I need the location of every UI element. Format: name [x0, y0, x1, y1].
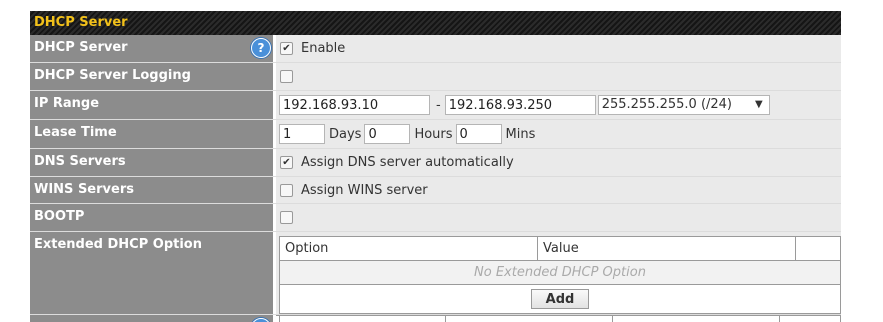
- add-button[interactable]: Add: [530, 289, 590, 309]
- row-extended-dhcp-option: Extended DHCP Option Option Value No Ext…: [30, 232, 841, 315]
- subnet-mask-value: 255.255.255.0 (/24): [601, 97, 733, 112]
- row-value: [276, 63, 841, 90]
- extended-dhcp-table: Option Value No Extended DHCP Option Add: [279, 236, 841, 314]
- wins-label: Assign WINS server: [301, 182, 428, 198]
- mins-label: Mins: [505, 126, 536, 142]
- column-header-actions: [796, 237, 840, 260]
- logging-checkbox[interactable]: [280, 70, 293, 83]
- row-value: 1 Days 0 Hours 0 Mins: [276, 120, 841, 148]
- column-header-value: Value: [538, 237, 796, 260]
- caret-down-icon: ▼: [755, 99, 763, 110]
- dns-auto-label: Assign DNS server automatically: [301, 155, 514, 170]
- lease-time-label: Lease Time: [34, 125, 117, 140]
- checkmark-icon: ✔: [282, 43, 291, 54]
- wins-servers-label: WINS Servers: [34, 182, 134, 197]
- row-dns-servers: DNS Servers ✔ Assign DNS server automati…: [30, 149, 841, 177]
- ip-range-end-input[interactable]: 192.168.93.250: [444, 95, 596, 115]
- extended-dhcp-label: Extended DHCP Option: [34, 237, 202, 252]
- days-label: Days: [329, 126, 362, 142]
- dhcp-server-panel: DHCP Server DHCP Server ? ✔ Enable DHCP …: [30, 11, 841, 322]
- lease-hours-input[interactable]: 0: [364, 124, 411, 144]
- enable-label: Enable: [301, 41, 346, 56]
- bootp-label: BOOTP: [34, 209, 85, 224]
- row-value: ✔ Assign DNS server automatically: [276, 149, 841, 176]
- partial-cell: [613, 316, 780, 322]
- table-header: Option Value: [280, 237, 840, 261]
- row-label: WINS Servers: [30, 177, 276, 203]
- partial-cell: [279, 316, 446, 322]
- partial-cell: [446, 316, 613, 322]
- row-value: Option Value No Extended DHCP Option Add: [276, 232, 841, 314]
- row-label: DNS Servers: [30, 149, 276, 176]
- wins-checkbox[interactable]: [280, 183, 293, 197]
- hours-label: Hours: [414, 126, 453, 142]
- dhcp-server-label: DHCP Server: [34, 40, 128, 55]
- row-label: IP Range: [30, 91, 276, 119]
- row-value: ✔ Enable: [276, 35, 841, 62]
- bootp-checkbox[interactable]: [280, 211, 293, 224]
- dns-auto-checkbox[interactable]: ✔: [280, 156, 293, 169]
- row-partial: [30, 315, 841, 322]
- row-lease-time: Lease Time 1 Days 0 Hours 0 Mins: [30, 120, 841, 149]
- subnet-mask-select[interactable]: 255.255.255.0 (/24) ▼: [597, 95, 770, 115]
- lease-mins-input[interactable]: 0: [455, 124, 502, 144]
- row-ip-range: IP Range 192.168.93.10 - 192.168.93.250 …: [30, 91, 841, 120]
- row-label: [30, 315, 276, 322]
- row-dhcp-server: DHCP Server ? ✔ Enable: [30, 35, 841, 63]
- row-dhcp-logging: DHCP Server Logging: [30, 63, 841, 91]
- enable-checkbox[interactable]: ✔: [280, 42, 293, 55]
- lease-days-input[interactable]: 1: [279, 124, 325, 144]
- ip-range-start-input[interactable]: 192.168.93.10: [279, 95, 430, 115]
- row-label: Extended DHCP Option: [30, 232, 276, 314]
- row-label: DHCP Server ?: [30, 35, 276, 62]
- empty-message: No Extended DHCP Option: [280, 261, 840, 285]
- dhcp-logging-label: DHCP Server Logging: [34, 68, 191, 83]
- row-value: Assign WINS server: [276, 177, 841, 203]
- ip-range-label: IP Range: [34, 96, 100, 111]
- column-header-option: Option: [280, 237, 538, 260]
- row-value: [276, 204, 841, 231]
- ip-range-separator: -: [436, 97, 441, 113]
- checkmark-icon: ✔: [282, 157, 291, 168]
- row-bootp: BOOTP: [30, 204, 841, 232]
- row-value: [276, 315, 841, 322]
- panel-title: DHCP Server: [30, 11, 841, 35]
- dns-servers-label: DNS Servers: [34, 154, 126, 169]
- table-footer: Add: [280, 285, 840, 313]
- help-icon[interactable]: ?: [251, 38, 271, 58]
- row-wins-servers: WINS Servers Assign WINS server: [30, 177, 841, 204]
- partial-cell: [780, 316, 841, 322]
- row-label: BOOTP: [30, 204, 276, 231]
- row-label: Lease Time: [30, 120, 276, 148]
- row-label: DHCP Server Logging: [30, 63, 276, 90]
- help-icon[interactable]: [251, 318, 271, 322]
- row-value: 192.168.93.10 - 192.168.93.250 255.255.2…: [276, 91, 841, 119]
